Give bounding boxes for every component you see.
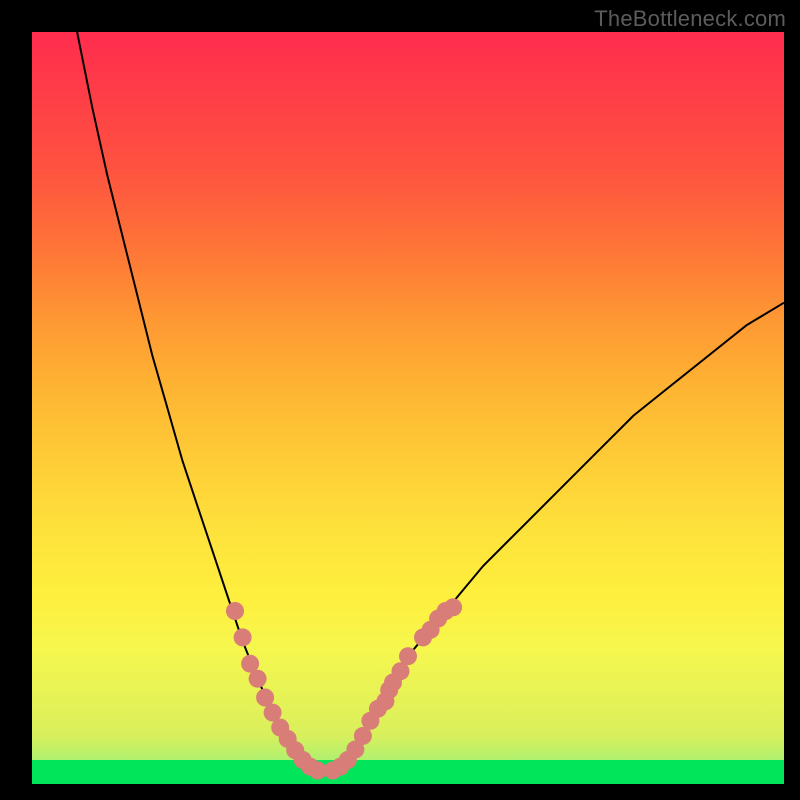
chart-frame: TheBottleneck.com <box>0 0 800 800</box>
marker-dot <box>234 628 252 646</box>
marker-dot <box>444 598 462 616</box>
chart-svg <box>32 32 784 784</box>
bottleneck-curve <box>77 32 784 771</box>
marker-dot <box>399 647 417 665</box>
watermark-text: TheBottleneck.com <box>594 6 786 32</box>
plot-area <box>32 32 784 784</box>
marker-dot <box>226 602 244 620</box>
marker-dot <box>249 670 267 688</box>
